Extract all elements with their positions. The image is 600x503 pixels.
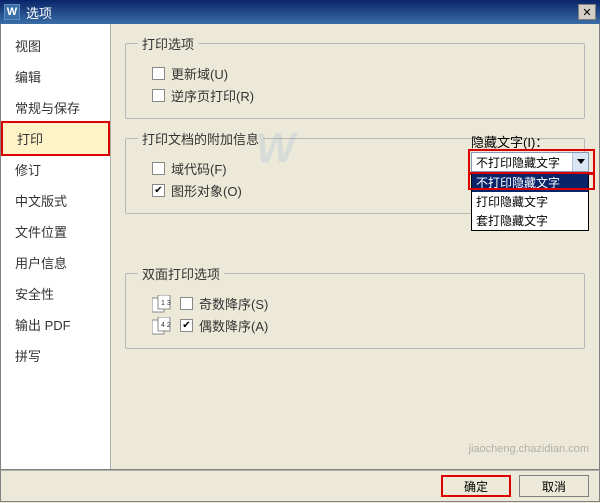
content-panel: W 打印选项 更新域(U) 逆序页打印(R) 打印文档的附加信息 域代码(F) … [111, 24, 599, 469]
sidebar-item-chinese-layout[interactable]: 中文版式 [1, 185, 110, 216]
combo-hidden-text[interactable]: 不打印隐藏文字 [471, 152, 589, 172]
checkbox-even-desc[interactable] [180, 319, 193, 332]
legend-duplex: 双面打印选项 [138, 264, 224, 283]
pages-even-icon: 4 2 [152, 317, 176, 335]
highlight-box: 打印 [1, 121, 110, 156]
dropdown-option-1[interactable]: 打印隐藏文字 [472, 192, 588, 211]
sidebar-item-general-save[interactable]: 常规与保存 [1, 92, 110, 123]
combo-value: 不打印隐藏文字 [472, 154, 572, 171]
checkbox-update-fields[interactable] [152, 67, 165, 80]
legend-print-options: 打印选项 [138, 34, 198, 53]
dropdown-hidden-text: 不打印隐藏文字 打印隐藏文字 套打隐藏文字 [471, 172, 589, 231]
group-duplex: 双面打印选项 1 3 奇数降序(S) 4 2 偶数降序(A) [125, 264, 585, 349]
window-title: 选项 [26, 3, 578, 22]
close-button[interactable]: ✕ [578, 4, 596, 20]
pages-odd-icon: 1 3 [152, 295, 176, 313]
legend-doc-append: 打印文档的附加信息 [138, 129, 263, 148]
dropdown-option-2[interactable]: 套打隐藏文字 [472, 211, 588, 230]
dropdown-option-0[interactable]: 不打印隐藏文字 [472, 173, 588, 192]
label-reverse-order: 逆序页打印(R) [171, 86, 254, 105]
sidebar-item-output-pdf[interactable]: 输出 PDF [1, 309, 110, 340]
app-icon: W [4, 4, 20, 20]
sidebar-item-print[interactable]: 打印 [3, 123, 108, 154]
titlebar: W 选项 ✕ [0, 0, 600, 24]
label-graphics: 图形对象(O) [171, 181, 242, 200]
label-odd-desc: 奇数降序(S) [199, 294, 268, 313]
cancel-button[interactable]: 取消 [519, 475, 589, 497]
checkbox-graphics[interactable] [152, 184, 165, 197]
checkbox-odd-desc[interactable] [180, 297, 193, 310]
label-update-fields: 更新域(U) [171, 64, 228, 83]
sidebar-item-revision[interactable]: 修订 [1, 154, 110, 185]
label-even-desc: 偶数降序(A) [199, 316, 268, 335]
sidebar-item-view[interactable]: 视图 [1, 30, 110, 61]
sidebar-item-spelling[interactable]: 拼写 [1, 340, 110, 371]
sidebar-item-user-info[interactable]: 用户信息 [1, 247, 110, 278]
sidebar: 视图 编辑 常规与保存 打印 修订 中文版式 文件位置 用户信息 安全性 输出 … [1, 24, 111, 469]
checkbox-reverse-order[interactable] [152, 89, 165, 102]
group-print-options: 打印选项 更新域(U) 逆序页打印(R) [125, 34, 585, 119]
sidebar-item-security[interactable]: 安全性 [1, 278, 110, 309]
label-hidden-text: 隐藏文字(I)： [471, 132, 548, 151]
ok-button[interactable]: 确定 [441, 475, 511, 497]
svg-text:4 2: 4 2 [161, 322, 171, 329]
checkbox-field-codes[interactable] [152, 162, 165, 175]
label-field-codes: 域代码(F) [171, 159, 227, 178]
source-watermark: jiaocheng.chazidian.com [469, 443, 589, 455]
footer: 确定 取消 [0, 470, 600, 502]
sidebar-item-file-location[interactable]: 文件位置 [1, 216, 110, 247]
chevron-down-icon[interactable] [572, 153, 588, 171]
sidebar-item-edit[interactable]: 编辑 [1, 61, 110, 92]
svg-text:1 3: 1 3 [161, 300, 171, 307]
